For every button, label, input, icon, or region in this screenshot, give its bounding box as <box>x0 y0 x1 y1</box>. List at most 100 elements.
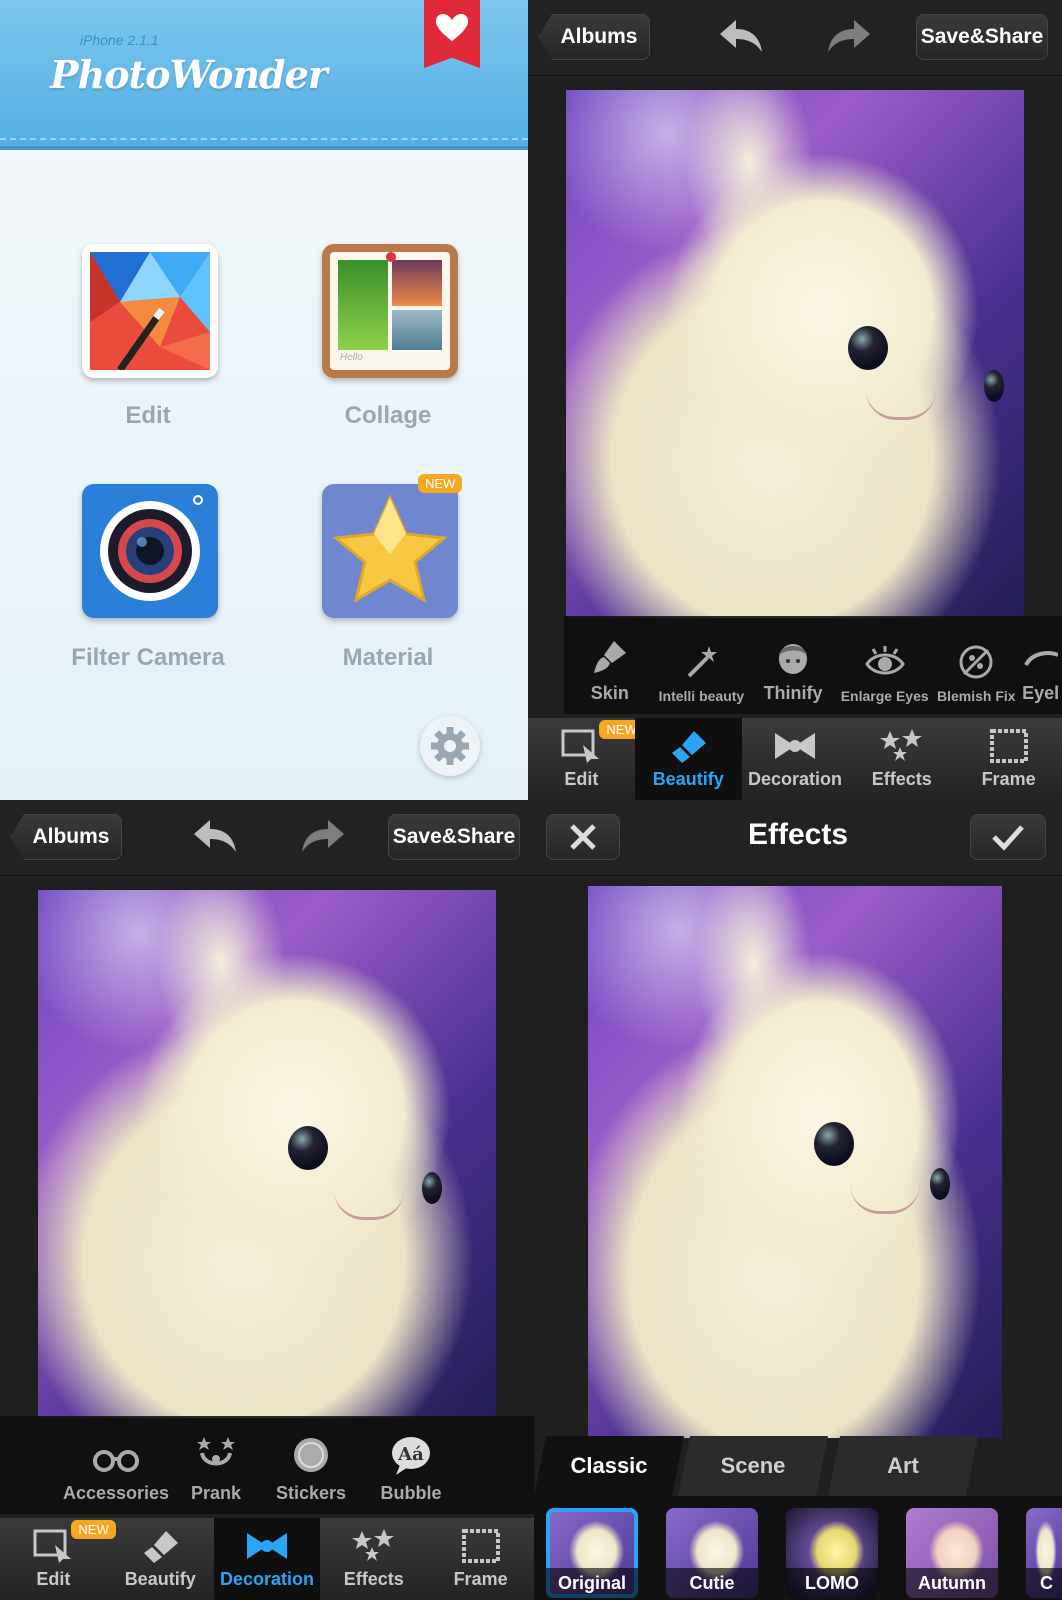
collage-tile[interactable]: Hello <box>322 244 458 378</box>
undo-icon[interactable] <box>192 816 238 856</box>
edit-tile-label: Edit <box>125 402 171 429</box>
collage-card: Hello <box>330 252 450 370</box>
material-new-badge: NEW <box>418 474 463 493</box>
confirm-button[interactable] <box>970 814 1046 860</box>
tool-eyelash-label: Eyel <box>1022 683 1060 703</box>
filter-camera-tile[interactable] <box>82 484 218 618</box>
tab-art[interactable]: Art <box>828 1436 978 1496</box>
app-logo: PhotoWonder <box>50 52 328 97</box>
top-toolbar: Albums Save&Share <box>0 800 534 876</box>
alpaca-eye <box>422 1172 442 1204</box>
tool-stickers[interactable]: Stickers <box>256 1416 366 1514</box>
favorite-ribbon[interactable] <box>424 0 480 68</box>
tab-beautify[interactable]: Beautify <box>107 1518 214 1600</box>
decoration-tools-bar: Accessories Prank Stickers Aá Bubble <box>0 1416 534 1514</box>
tool-accessories[interactable]: Accessories <box>56 1416 176 1514</box>
tab-frame[interactable]: Frame <box>427 1518 534 1600</box>
polygon-art-icon <box>90 252 210 373</box>
sparkle-stars-icon <box>351 1529 394 1561</box>
albums-button[interactable]: Albums <box>10 814 122 860</box>
tab-scene[interactable]: Scene <box>678 1436 828 1496</box>
tab-decoration[interactable]: Decoration <box>213 1518 321 1600</box>
face-icon <box>779 644 808 674</box>
undo-icon[interactable] <box>718 16 764 56</box>
main-tab-bar: Edit NEW Beautify Decoration Effects Fra… <box>528 718 1062 800</box>
alpaca-mouth <box>334 1190 404 1220</box>
sticker-badge-icon <box>294 1438 328 1472</box>
redo-icon[interactable] <box>300 816 346 856</box>
collage-tile-label: Collage <box>344 402 432 429</box>
tool-bubble[interactable]: Aá Bubble <box>366 1416 456 1514</box>
tab-frame-label: Frame <box>453 1569 508 1589</box>
magic-wand-icon <box>688 646 718 678</box>
alpaca-eye <box>848 326 888 370</box>
sparkle-stars-icon <box>879 729 922 761</box>
heart-icon <box>436 14 468 41</box>
settings-button[interactable] <box>420 716 480 776</box>
tool-blemish-fix-label: Blemish Fix <box>937 688 1016 704</box>
tab-edit[interactable]: Edit NEW <box>0 1518 116 1600</box>
filter-partial[interactable]: C <box>1026 1508 1062 1598</box>
tool-skin[interactable]: Skin <box>564 616 656 714</box>
tab-classic[interactable]: Classic <box>534 1436 684 1496</box>
save-share-button[interactable]: Save&Share <box>388 814 520 860</box>
filter-original-label: Original <box>546 1568 638 1598</box>
filter-lomo[interactable]: LOMO <box>786 1508 878 1598</box>
decoration-screen: Albums Save&Share Accessories Prank Stic… <box>0 800 534 1600</box>
tab-decoration[interactable]: Decoration <box>742 718 849 800</box>
main-tab-bar: Edit NEW Beautify Decoration Effects Fra… <box>0 1518 534 1600</box>
tab-frame-label: Frame <box>981 769 1036 789</box>
tool-blemish-fix[interactable]: Blemish Fix <box>931 616 1023 714</box>
edit-tile[interactable] <box>82 244 218 378</box>
pin-icon <box>386 252 396 262</box>
gear-icon <box>431 727 469 765</box>
lipstick-icon <box>144 1531 179 1563</box>
alpaca-mouth <box>866 390 936 420</box>
no-blemish-icon <box>959 645 993 679</box>
tool-enlarge-eyes[interactable]: Enlarge Eyes <box>839 616 931 714</box>
filter-autumn[interactable]: Autumn <box>906 1508 998 1598</box>
tab-effects[interactable]: Effects <box>320 1518 427 1600</box>
tab-beautify[interactable]: Beautify <box>634 718 742 800</box>
home-screen: iPhone 2.1.1 PhotoWonder Edit Hello Coll… <box>0 0 528 800</box>
alpaca-photo <box>38 890 496 1418</box>
svg-text:Aá: Aá <box>397 1444 424 1465</box>
albums-button[interactable]: Albums <box>538 14 650 60</box>
brush-icon <box>593 641 626 673</box>
frame-icon <box>989 729 1028 763</box>
grass-photo <box>338 260 388 350</box>
filter-partial-label: C <box>1026 1568 1062 1598</box>
header-banner: iPhone 2.1.1 PhotoWonder <box>0 0 528 150</box>
filter-cutie-label: Cutie <box>666 1568 758 1598</box>
tab-edit[interactable]: Edit NEW <box>528 718 644 800</box>
redo-icon[interactable] <box>826 16 872 56</box>
camera-lens-icon <box>100 495 203 601</box>
tool-thinify[interactable]: Thinify <box>747 616 839 714</box>
alpaca-photo <box>566 90 1024 618</box>
alpaca-eye <box>288 1126 328 1170</box>
tab-beautify-label: Beautify <box>124 1569 196 1589</box>
tool-enlarge-eyes-label: Enlarge Eyes <box>840 688 929 704</box>
frame-icon <box>461 1529 500 1563</box>
tool-thinify-label: Thinify <box>763 683 823 703</box>
glasses-icon <box>93 1450 139 1472</box>
tab-effects[interactable]: Effects <box>848 718 955 800</box>
tool-prank[interactable]: Prank <box>176 1416 256 1514</box>
tool-intelli-beauty[interactable]: Intelli beauty <box>656 616 748 714</box>
filter-original[interactable]: Original <box>546 1508 638 1598</box>
material-tile[interactable] <box>322 484 458 618</box>
filter-autumn-label: Autumn <box>906 1568 998 1598</box>
version-label: iPhone 2.1.1 <box>80 32 159 48</box>
effect-category-tabs: Art Scene Classic <box>534 1436 1062 1496</box>
top-toolbar: Albums Save&Share <box>528 0 1062 76</box>
tab-decoration-label: Decoration <box>747 769 842 789</box>
filter-lomo-label: LOMO <box>786 1568 878 1598</box>
checkmark-icon <box>992 825 1024 851</box>
tool-stickers-label: Stickers <box>275 1483 347 1503</box>
effects-toolbar: Effects <box>534 800 1062 876</box>
tool-eyelash[interactable]: Eyel <box>1022 616 1062 714</box>
alpaca-eye <box>814 1122 854 1166</box>
save-share-button[interactable]: Save&Share <box>916 14 1048 60</box>
tab-frame[interactable]: Frame <box>955 718 1062 800</box>
filter-cutie[interactable]: Cutie <box>666 1508 758 1598</box>
